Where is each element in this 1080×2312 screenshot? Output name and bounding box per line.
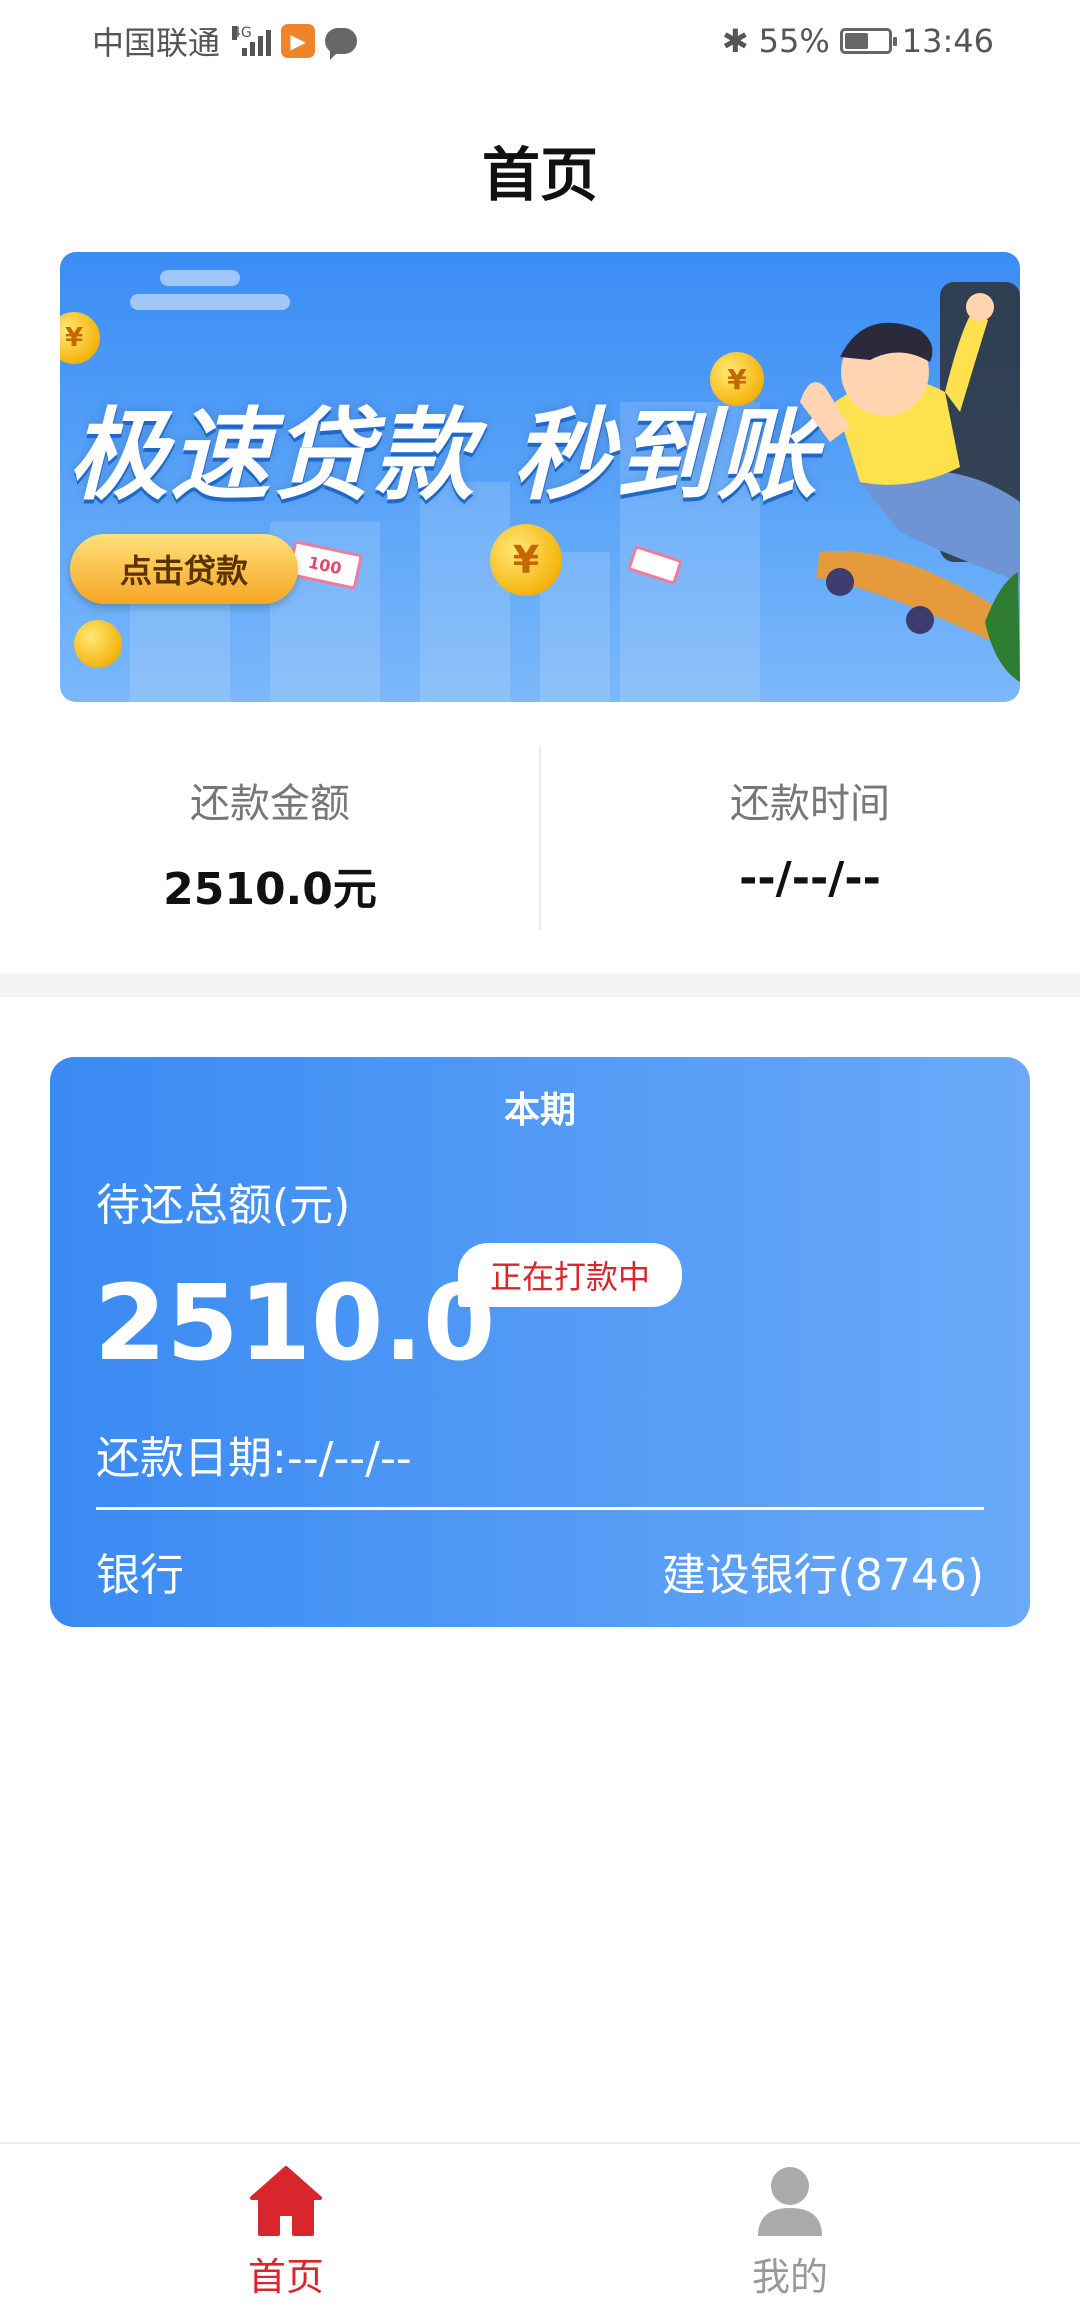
summary-time-label: 还款时间 <box>730 781 890 827</box>
clock: 13:46 <box>901 22 994 60</box>
carrier-name: 中国联通 <box>92 24 221 62</box>
summary-amount: 还款金额 2510.0元 <box>0 745 540 930</box>
user-icon <box>758 2167 822 2236</box>
status-bar: 中国联通 4G ▶ ✱ 55% 13:46 <box>0 0 1080 82</box>
summary-amount-value: 2510.0元 <box>163 864 377 915</box>
skateboarder-illustration <box>800 282 1020 682</box>
bank-account: 建设银行(8746) <box>661 1550 984 1601</box>
section-separator <box>0 973 1080 997</box>
summary-amount-label: 还款金额 <box>190 781 350 827</box>
message-icon <box>325 28 358 60</box>
battery-percent: 55% <box>758 22 830 60</box>
repayment-summary: 还款金额 2510.0元 还款时间 --/--/-- <box>0 745 1080 930</box>
tab-mine-label: 我的 <box>751 2255 828 2299</box>
battery-icon <box>839 28 897 54</box>
status-right: ✱ 55% 13:46 <box>722 22 994 60</box>
banner-headline: 极速贷款 秒到账 <box>68 397 819 514</box>
outstanding-total-amount: 2510.0 <box>94 1262 496 1384</box>
network-type: 4G <box>232 25 252 41</box>
summary-time: 还款时间 --/--/-- <box>540 745 1080 930</box>
status-badge: 正在打款中 <box>458 1243 682 1307</box>
outstanding-total-label: 待还总额(元) <box>96 1180 351 1231</box>
card-title: 本期 <box>503 1090 576 1131</box>
status-left: 中国联通 4G ▶ <box>92 18 358 64</box>
coin-icon <box>74 620 122 668</box>
bluetooth-icon: ✱ <box>721 22 749 60</box>
cloud-shape <box>160 270 240 286</box>
video-app-icon: ▶ <box>281 24 316 58</box>
tab-home-label: 首页 <box>247 2255 324 2299</box>
summary-divider <box>539 745 541 930</box>
home-icon <box>250 2166 322 2236</box>
tab-home[interactable]: 首页 <box>186 2164 386 2301</box>
card-divider <box>96 1507 984 1510</box>
coin-icon: ¥ <box>60 312 100 364</box>
promo-banner[interactable]: ¥ ¥ ¥ 100 极速贷款 秒到账 点击贷款 <box>60 252 1020 702</box>
coin-icon: ¥ <box>490 524 562 596</box>
due-date: 还款日期:--/--/-- <box>96 1433 412 1484</box>
bottom-tab-bar: 首页 我的 <box>0 2142 1080 2312</box>
apply-loan-button[interactable]: 点击贷款 <box>70 534 298 604</box>
summary-time-value: --/--/-- <box>739 853 881 904</box>
bank-label: 银行 <box>96 1550 184 1601</box>
current-period-card[interactable]: 本期 待还总额(元) 2510.0 正在打款中 还款日期:--/--/-- 银行… <box>50 1057 1030 1627</box>
cloud-shape <box>130 294 290 310</box>
tab-mine[interactable]: 我的 <box>690 2164 890 2301</box>
app-screen: 中国联通 4G ▶ ✱ 55% 13:46 首页 ¥ ¥ ¥ 100 极速贷款 … <box>0 0 1080 2312</box>
signal-icon: 4G <box>232 25 272 56</box>
page-title: 首页 <box>481 141 598 209</box>
